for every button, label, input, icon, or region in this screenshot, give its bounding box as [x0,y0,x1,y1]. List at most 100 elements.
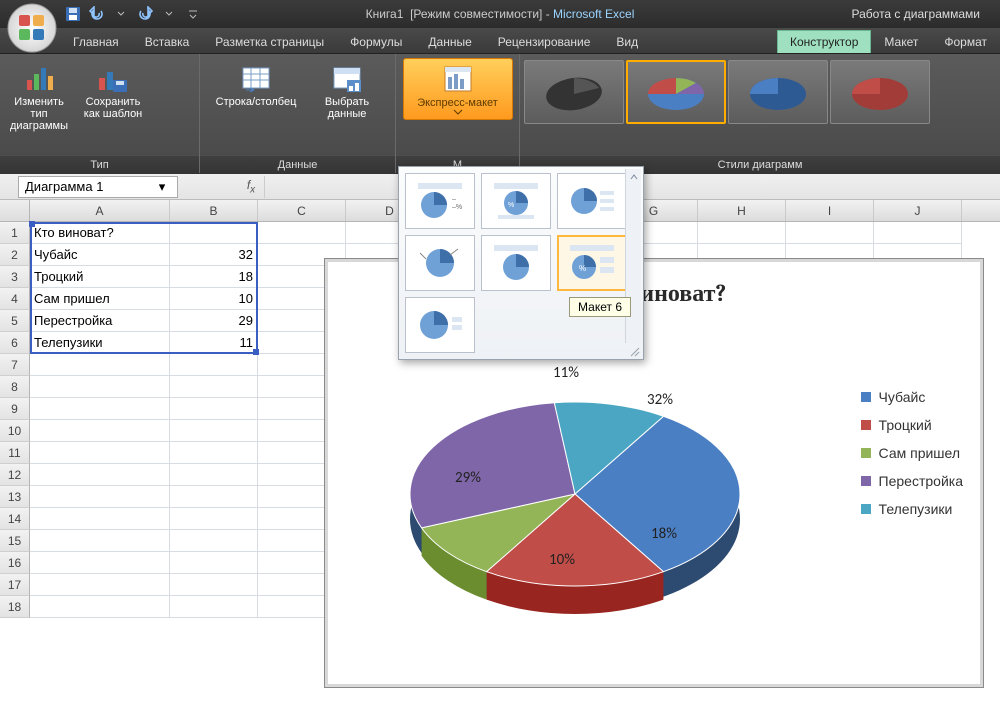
undo-button[interactable] [86,3,108,25]
layout-option-1[interactable]: ––% [405,173,475,229]
tab-view[interactable]: Вид [603,30,651,53]
cell-B10[interactable] [170,420,258,442]
layout-option-6[interactable]: % [557,235,627,291]
layout-option-5[interactable] [481,235,551,291]
layout-option-7[interactable] [405,297,475,353]
cell-A12[interactable] [30,464,170,486]
cell-B9[interactable] [170,398,258,420]
cell-B15[interactable] [170,530,258,552]
row-header-14[interactable]: 14 [0,508,30,530]
row-header-4[interactable]: 4 [0,288,30,310]
cell-B17[interactable] [170,574,258,596]
layout-option-2[interactable]: % [481,173,551,229]
row-header-12[interactable]: 12 [0,464,30,486]
col-header-C[interactable]: C [258,200,346,221]
save-template-button[interactable]: Сохранитькак шаблон [78,58,148,124]
cell-A8[interactable] [30,376,170,398]
col-header-A[interactable]: A [30,200,170,221]
cell-H1[interactable] [698,222,786,244]
cell-B14[interactable] [170,508,258,530]
pie-plot-area[interactable]: 32% 18% 10% 29% 11% [385,329,765,649]
cell-B7[interactable] [170,354,258,376]
cell-A17[interactable] [30,574,170,596]
redo-more-icon[interactable] [158,3,180,25]
tab-design[interactable]: Конструктор [777,30,871,53]
cell-B2[interactable]: 32 [170,244,258,266]
row-header-6[interactable]: 6 [0,332,30,354]
tab-pagelayout[interactable]: Разметка страницы [202,30,337,53]
cell-A15[interactable] [30,530,170,552]
cell-B6[interactable]: 11 [170,332,258,354]
chart-style-2[interactable] [626,60,726,124]
cell-A18[interactable] [30,596,170,618]
cell-B1[interactable] [170,222,258,244]
cell-A1[interactable]: Кто виноват? [30,222,170,244]
col-header-J[interactable]: J [874,200,962,221]
cell-A11[interactable] [30,442,170,464]
cell-B11[interactable] [170,442,258,464]
select-all-corner[interactable] [0,200,30,221]
row-header-9[interactable]: 9 [0,398,30,420]
cell-A5[interactable]: Перестройка [30,310,170,332]
chart-legend[interactable]: Чубайс Троцкий Сам пришел Перестройка Те… [861,389,963,529]
row-header-7[interactable]: 7 [0,354,30,376]
cell-B3[interactable]: 18 [170,266,258,288]
cell-A10[interactable] [30,420,170,442]
row-header-1[interactable]: 1 [0,222,30,244]
cell-A6[interactable]: Телепузики [30,332,170,354]
cell-B5[interactable]: 29 [170,310,258,332]
undo-more-icon[interactable] [110,3,132,25]
cell-A3[interactable]: Троцкий [30,266,170,288]
row-header-17[interactable]: 17 [0,574,30,596]
row-header-5[interactable]: 5 [0,310,30,332]
chart-style-3[interactable] [728,60,828,124]
cell-A9[interactable] [30,398,170,420]
col-header-H[interactable]: H [698,200,786,221]
row-header-2[interactable]: 2 [0,244,30,266]
tab-formulas[interactable]: Формулы [337,30,415,53]
col-header-I[interactable]: I [786,200,874,221]
tab-format[interactable]: Формат [931,30,1000,53]
scroll-up-icon[interactable] [626,169,641,185]
name-box-dropdown-icon[interactable]: ▾ [153,179,171,195]
cell-I1[interactable] [786,222,874,244]
col-header-B[interactable]: B [170,200,258,221]
redo-button[interactable] [134,3,156,25]
cell-C1[interactable] [258,222,346,244]
cell-A4[interactable]: Сам пришел [30,288,170,310]
qat-customize-icon[interactable] [182,3,204,25]
row-header-16[interactable]: 16 [0,552,30,574]
cell-B12[interactable] [170,464,258,486]
cell-B16[interactable] [170,552,258,574]
select-data-button[interactable]: Выбратьданные [312,58,382,124]
office-button[interactable] [6,2,58,54]
cell-B13[interactable] [170,486,258,508]
quick-layout-button[interactable]: Экспресс-макет [403,58,513,120]
cell-B18[interactable] [170,596,258,618]
row-header-13[interactable]: 13 [0,486,30,508]
row-header-15[interactable]: 15 [0,530,30,552]
tab-home[interactable]: Главная [60,30,132,53]
row-header-18[interactable]: 18 [0,596,30,618]
change-chart-type-button[interactable]: Изменить типдиаграммы [4,58,74,136]
fx-icon[interactable]: fx [238,178,264,195]
row-header-10[interactable]: 10 [0,420,30,442]
row-header-11[interactable]: 11 [0,442,30,464]
row-header-8[interactable]: 8 [0,376,30,398]
cell-A16[interactable] [30,552,170,574]
tab-data[interactable]: Данные [415,30,484,53]
layout-option-4[interactable] [405,235,475,291]
cell-B4[interactable]: 10 [170,288,258,310]
chart-style-4[interactable] [830,60,930,124]
row-header-3[interactable]: 3 [0,266,30,288]
layout-option-3[interactable] [557,173,627,229]
save-button[interactable] [62,3,84,25]
name-box[interactable]: Диаграмма 1 ▾ [18,176,178,198]
cell-J1[interactable] [874,222,962,244]
cell-A2[interactable]: Чубайс [30,244,170,266]
resize-grip-icon[interactable] [629,345,641,357]
tab-insert[interactable]: Вставка [132,30,203,53]
tab-layout[interactable]: Макет [871,30,931,53]
tab-review[interactable]: Рецензирование [485,30,604,53]
cell-A13[interactable] [30,486,170,508]
